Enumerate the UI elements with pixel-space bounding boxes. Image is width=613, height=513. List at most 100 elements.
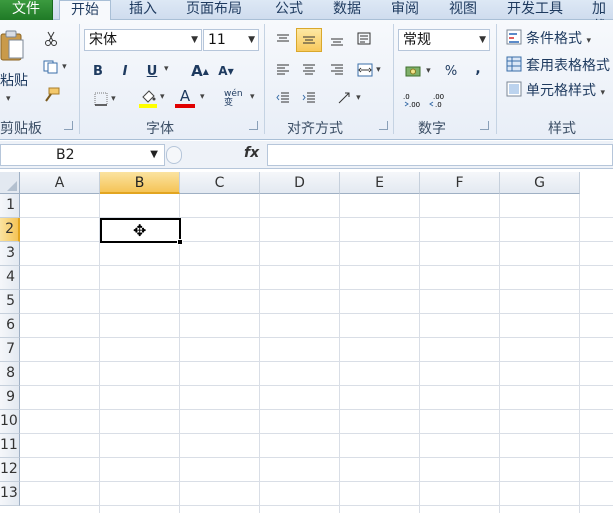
row-header-6[interactable]: 6 <box>0 314 20 338</box>
formula-bar: B2 ▼ fx <box>0 141 613 169</box>
underline-button[interactable]: U <box>143 62 161 80</box>
column-header-e[interactable]: E <box>340 172 420 194</box>
row-header-2[interactable]: 2 <box>0 218 20 242</box>
grow-font-label: A <box>191 62 203 80</box>
accounting-format-icon[interactable]: ▾ <box>402 62 434 80</box>
paste-dropdown-icon[interactable]: ▾ <box>6 94 11 104</box>
row-header-12[interactable]: 12 <box>0 458 20 482</box>
ribbon-tab-bar: 文件 开始 插入 页面布局 公式 数据 审阅 视图 开发工具 加载 <box>0 0 613 35</box>
tab-review[interactable]: 审阅 <box>391 0 419 20</box>
conditional-format-icon <box>506 28 522 46</box>
increase-indent-icon[interactable] <box>298 88 320 108</box>
increase-decimal-icon[interactable]: .0.00 <box>402 90 424 110</box>
fill-handle[interactable] <box>177 239 183 245</box>
number-launcher-icon[interactable] <box>480 121 489 130</box>
chevron-down-icon: ▼ <box>248 35 255 45</box>
name-box[interactable]: B2 ▼ <box>0 144 165 166</box>
font-color-swatch <box>175 104 195 108</box>
paste-icon[interactable] <box>0 28 26 62</box>
decrease-indent-icon[interactable] <box>272 88 294 108</box>
font-color-label: A <box>179 87 191 105</box>
chevron-down-icon: ▼ <box>191 35 198 45</box>
cell-styles-label: 单元格样式 <box>526 83 596 99</box>
namebox-splitter-handle[interactable] <box>166 146 182 164</box>
text-direction-icon[interactable]: ▾ <box>334 88 364 108</box>
font-launcher-icon[interactable] <box>249 121 258 130</box>
font-size-value: 11 <box>208 32 226 48</box>
row-header-9[interactable]: 9 <box>0 386 20 410</box>
phonetic-guide-button[interactable]: wén 变 <box>224 88 248 110</box>
italic-button[interactable]: I <box>117 62 133 80</box>
copy-icon[interactable]: ▾ <box>40 58 70 76</box>
row-header-5[interactable]: 5 <box>0 290 20 314</box>
fill-color-dropdown-icon[interactable]: ▾ <box>160 92 165 102</box>
tab-formulas[interactable]: 公式 <box>275 0 303 20</box>
orientation-icon[interactable] <box>352 28 378 50</box>
cross-cursor-icon: ✥ <box>133 221 147 240</box>
alignment-launcher-icon[interactable] <box>379 121 388 130</box>
row-header-8[interactable]: 8 <box>0 362 20 386</box>
shrink-font-button[interactable]: A ▼ <box>216 62 236 80</box>
conditional-format-button[interactable]: 条件格式 ▾ <box>526 28 591 48</box>
merge-center-icon[interactable]: ▾ <box>352 60 386 80</box>
tab-view[interactable]: 视图 <box>449 0 477 20</box>
align-middle-icon[interactable] <box>296 28 322 52</box>
formula-input[interactable] <box>267 144 613 166</box>
align-left-icon[interactable] <box>272 60 294 80</box>
align-center-icon[interactable] <box>298 60 320 80</box>
group-separator <box>496 24 497 134</box>
row-header-10[interactable]: 10 <box>0 410 20 434</box>
tab-insert[interactable]: 插入 <box>129 0 157 20</box>
font-size-combo[interactable]: 11 ▼ <box>203 29 259 51</box>
select-all-button[interactable] <box>0 172 20 194</box>
font-color-dropdown-icon[interactable]: ▾ <box>200 92 205 102</box>
tab-addins[interactable]: 加载 <box>592 0 613 35</box>
decrease-decimal-icon[interactable]: .00.0 <box>428 90 450 110</box>
number-format-combo[interactable]: 常规 ▼ <box>398 29 490 51</box>
tab-home[interactable]: 开始 <box>59 0 111 21</box>
row-header-13[interactable]: 13 <box>0 482 20 506</box>
format-as-table-button[interactable]: 套用表格格式 <box>526 55 610 75</box>
align-top-icon[interactable] <box>272 30 294 50</box>
spreadsheet-grid: ABCDEFG 1 2 3 4 5 6 7 8 9 10 11 12 13 <box>0 172 613 513</box>
format-painter-icon[interactable] <box>42 86 62 104</box>
clipboard-launcher-icon[interactable] <box>64 121 73 130</box>
chevron-down-icon: ▼ <box>150 149 158 160</box>
insert-function-button[interactable]: fx <box>244 145 259 161</box>
tab-page-layout[interactable]: 页面布局 <box>186 0 242 20</box>
cut-icon[interactable] <box>42 30 60 48</box>
number-group-label: 数字 <box>418 121 446 137</box>
row-header-11[interactable]: 11 <box>0 434 20 458</box>
phonetic-dropdown-icon[interactable]: ▾ <box>250 92 255 102</box>
percent-button[interactable]: % <box>442 62 460 80</box>
styles-group-label: 样式 <box>548 121 576 137</box>
align-right-icon[interactable] <box>326 60 348 80</box>
column-header-a[interactable]: A <box>20 172 100 194</box>
underline-dropdown-icon[interactable]: ▾ <box>164 64 169 74</box>
ribbon-home: 粘贴 ▾ ▾ 剪贴板 宋体 ▼ 11 ▼ B I U ▾ A ▲ A ▼ ▾ ▾… <box>0 20 613 140</box>
column-header-b[interactable]: B <box>100 172 180 194</box>
column-header-f[interactable]: F <box>420 172 500 194</box>
font-color-button[interactable]: A <box>174 86 196 110</box>
tab-developer[interactable]: 开发工具 <box>507 0 563 20</box>
grow-font-button[interactable]: A ▲ <box>190 62 210 80</box>
tab-data[interactable]: 数据 <box>333 0 361 20</box>
fill-color-icon[interactable] <box>138 86 158 110</box>
column-header-c[interactable]: C <box>180 172 260 194</box>
bold-button[interactable]: B <box>90 62 106 80</box>
row-header-3[interactable]: 3 <box>0 242 20 266</box>
font-name-combo[interactable]: 宋体 ▼ <box>84 29 202 51</box>
column-header-d[interactable]: D <box>260 172 340 194</box>
row-header-7[interactable]: 7 <box>0 338 20 362</box>
align-bottom-icon[interactable] <box>326 30 348 50</box>
comma-button[interactable]: , <box>472 60 484 78</box>
borders-button[interactable]: ▾ <box>90 90 120 108</box>
number-format-value: 常规 <box>403 32 431 48</box>
row-header-4[interactable]: 4 <box>0 266 20 290</box>
column-header-g[interactable]: G <box>500 172 580 194</box>
row-header-1[interactable]: 1 <box>0 194 20 218</box>
cell-styles-button[interactable]: 单元格样式 ▾ <box>526 80 605 100</box>
paste-button-label[interactable]: 粘贴 <box>0 70 28 90</box>
font-group-label: 字体 <box>146 121 174 137</box>
tab-file[interactable]: 文件 <box>0 0 53 20</box>
